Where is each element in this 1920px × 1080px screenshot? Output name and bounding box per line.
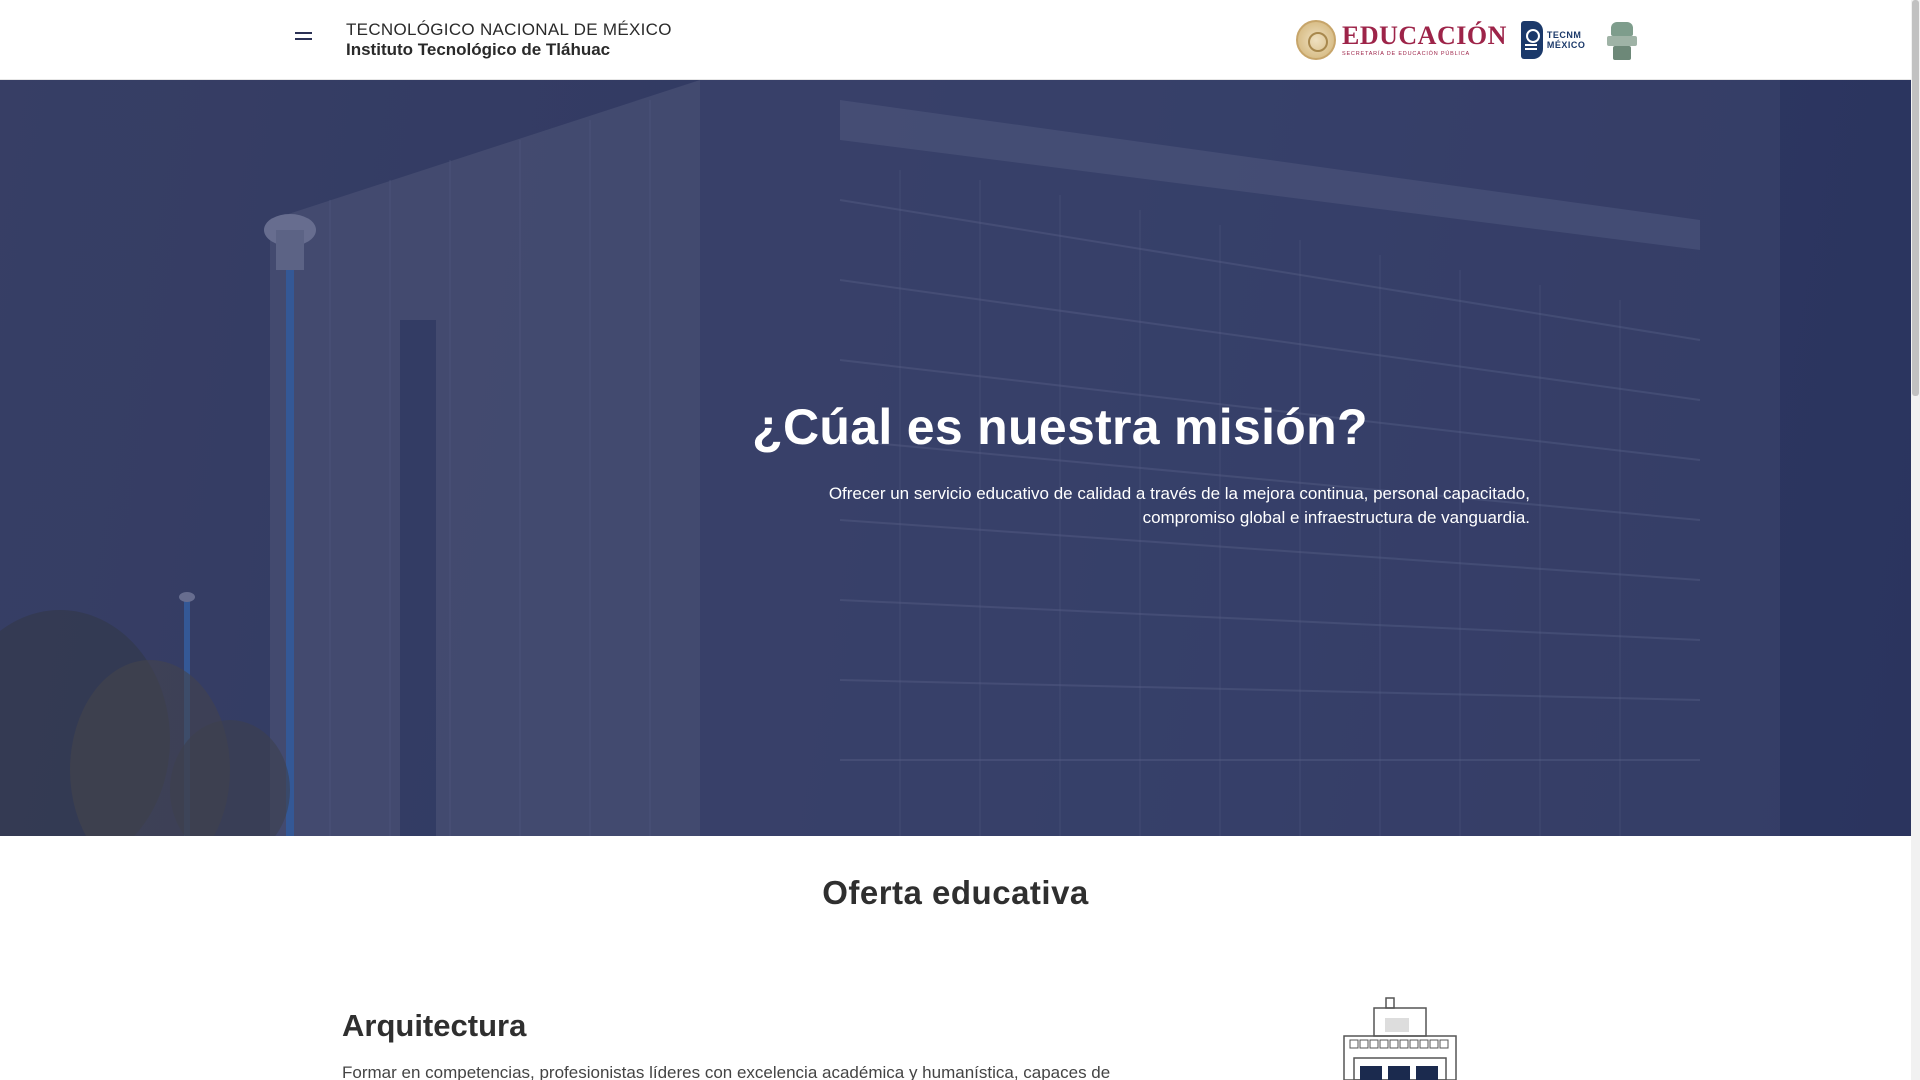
scrollbar-thumb[interactable] — [1912, 0, 1919, 396]
site-header: TECNOLÓGICO NACIONAL DE MÉXICO Instituto… — [0, 0, 1911, 80]
page-scrollbar[interactable] — [1911, 0, 1920, 1080]
site-titles[interactable]: TECNOLÓGICO NACIONAL DE MÉXICO Instituto… — [346, 20, 672, 60]
national-seal-icon — [1296, 20, 1336, 60]
site-title-institute: Instituto Tecnológico de Tláhuac — [346, 40, 611, 59]
mission-text: Ofrecer un servicio educativo de calidad… — [828, 484, 1530, 527]
tecnm-logo-line2: MÉXICO — [1546, 40, 1586, 50]
career-description: Formar en competencias, profesionistas l… — [342, 1063, 1111, 1080]
header-logos: EDUCACIÓN SECRETARÍA DE EDUCACIÓN PÚBLIC… — [1296, 16, 1638, 64]
sep-logo-word: EDUCACIÓN — [1342, 21, 1507, 50]
hero-overlay — [0, 80, 1911, 836]
offer-section-title: Oferta educativa — [822, 874, 1089, 911]
tecnm-logo[interactable]: TECNM MÉXICO — [1520, 21, 1586, 59]
tecnm-mark-icon — [1520, 21, 1543, 59]
architecture-building-icon — [1343, 997, 1457, 1080]
sep-logo-subtitle: SECRETARÍA DE EDUCACIÓN PÚBLICA — [1342, 51, 1470, 57]
sep-logo[interactable]: EDUCACIÓN SECRETARÍA DE EDUCACIÓN PÚBLIC… — [1296, 20, 1507, 60]
itt-logo-icon[interactable] — [1607, 20, 1638, 60]
mission-hero: ¿Cúal es nuestra misión? Ofrecer un serv… — [0, 80, 1911, 836]
mission-heading: ¿Cúal es nuestra misión? — [752, 399, 1368, 455]
tecnm-logo-line1: TECNM — [1546, 30, 1582, 40]
site-title-national: TECNOLÓGICO NACIONAL DE MÉXICO — [346, 20, 672, 39]
hamburger-menu-icon[interactable] — [290, 28, 318, 50]
career-title[interactable]: Arquitectura — [342, 1008, 526, 1044]
